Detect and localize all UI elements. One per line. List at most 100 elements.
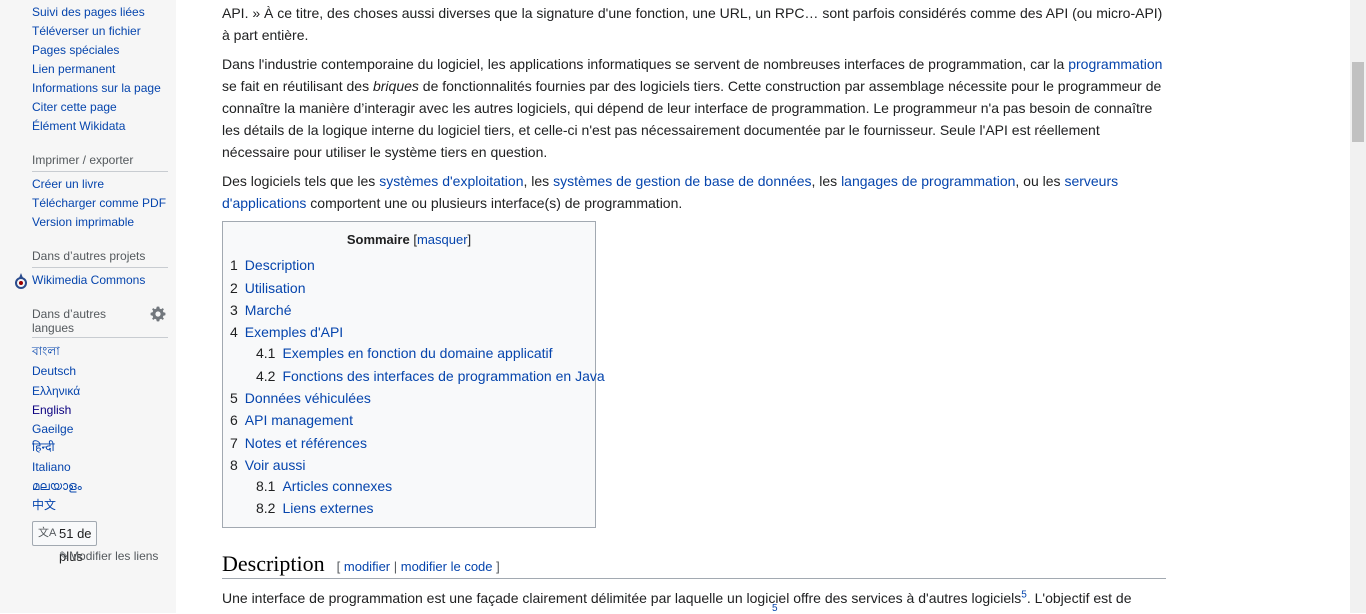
toc-item[interactable]: 8.1 Articles connexes — [256, 478, 392, 494]
paragraph-text: Une interface de programmation est une f… — [222, 590, 1022, 606]
toc-link-text: Description — [244, 257, 315, 273]
toc-heading: Sommaire — [346, 232, 410, 247]
paragraph-text: à part entière. — [222, 27, 309, 43]
sidebar-link-download-pdf[interactable]: Télécharger comme PDF — [32, 196, 166, 210]
toc-link-text: Exemples en fonction du domaine applicat… — [282, 345, 553, 361]
toc-link-text: Fonctions des interfaces de programmatio… — [282, 368, 605, 384]
paragraph-industry: Dans l'industrie contemporaine du logici… — [222, 53, 1166, 163]
sidebar-link-page-info[interactable]: Informations sur la page — [32, 81, 161, 95]
toc-link-text: Liens externes — [282, 500, 374, 516]
link-dbms[interactable]: systèmes de gestion de base de données — [553, 173, 811, 189]
sidebar-link-cite-page[interactable]: Citer cette page — [32, 100, 117, 114]
toc-number: 8 — [230, 457, 238, 473]
more-languages-button[interactable]: 文A 51 de plus — [32, 521, 97, 564]
sidebar-divider — [32, 267, 168, 268]
toc-item[interactable]: 8 Voir aussi — [230, 457, 306, 473]
paragraph-text: , les — [811, 173, 842, 189]
toc-number: 7 — [230, 435, 238, 451]
paragraph-description: Une interface de programmation est une f… — [222, 587, 1166, 609]
lang-link-english[interactable]: English — [32, 403, 71, 417]
main-content: API. » À ce titre, des choses aussi dive… — [176, 0, 1350, 614]
toc-number: 4.1 — [256, 345, 276, 361]
toc-item[interactable]: 2 Utilisation — [230, 280, 306, 296]
bracket: [ — [336, 559, 344, 574]
translate-icon: 文A — [38, 527, 57, 539]
toc-item[interactable]: 8.2 Liens externes — [256, 500, 374, 516]
paragraph-software-examples: Des logiciels tels que les systèmes d'ex… — [222, 170, 1166, 214]
lang-link-hindi[interactable]: हिन्दी — [32, 440, 55, 454]
link-programmation[interactable]: programmation — [1068, 56, 1162, 72]
sidebar-divider — [32, 171, 168, 172]
lang-link-italian[interactable]: Italiano — [32, 460, 71, 474]
vertical-scrollbar[interactable] — [1350, 0, 1366, 613]
toc-item[interactable]: 4.2 Fonctions des interfaces de programma… — [256, 368, 605, 384]
toc-link-text: Marché — [244, 302, 292, 318]
edit-links-label: Modifier les liens — [69, 549, 159, 563]
gear-icon[interactable] — [150, 306, 166, 322]
separator: | — [390, 559, 401, 574]
toc-number: 5 — [230, 390, 238, 406]
sidebar-heading-print: Imprimer / exporter — [32, 153, 134, 167]
sidebar-heading-projects: Dans d’autres projets — [32, 249, 146, 263]
toc-number: 6 — [230, 412, 238, 428]
lang-link-greek[interactable]: Ελληνικά — [32, 384, 80, 398]
toc-item[interactable]: 4.1 Exemples en fonction du domaine appli… — [256, 345, 553, 361]
toc-link-text: API management — [244, 412, 353, 428]
bracket: ] — [467, 232, 472, 247]
toc-link-text: Articles connexes — [282, 478, 393, 494]
sidebar-link-upload-file[interactable]: Téléverser un fichier — [32, 24, 141, 38]
toc-number: 8.2 — [256, 500, 276, 516]
reference-link[interactable]: 5 — [772, 603, 778, 614]
sidebar-link-wikimedia-commons[interactable]: Wikimedia Commons — [32, 273, 145, 287]
toc-link-text: Données véhiculées — [244, 390, 371, 406]
bracket: ] — [492, 559, 500, 574]
section-edit-links: [ modifier | modifier le code ] — [337, 559, 500, 574]
section-title: Description — [222, 551, 325, 576]
lang-link-german[interactable]: Deutsch — [32, 364, 76, 378]
sidebar-link-wikidata-item[interactable]: Élément Wikidata — [32, 119, 125, 133]
paragraph-text: Dans l'industrie contemporaine du logici… — [222, 56, 1069, 72]
toc-item[interactable]: 7 Notes et références — [230, 435, 367, 451]
emphasis-text: briques — [372, 78, 419, 94]
sidebar-heading-languages-line2: langues — [32, 321, 75, 335]
lang-link-chinese[interactable]: 中文 — [32, 498, 56, 512]
lang-link-irish[interactable]: Gaeilge — [32, 422, 73, 436]
toc-number: 4 — [230, 324, 238, 340]
paragraph-text: . L'objectif est de — [1026, 590, 1132, 606]
toc-link-text: Notes et références — [244, 435, 367, 451]
link-operating-systems[interactable]: systèmes d'exploitation — [379, 173, 523, 189]
toc-item[interactable]: 6 API management — [230, 412, 353, 428]
sidebar-link-create-book[interactable]: Créer un livre — [32, 177, 104, 191]
wikimedia-commons-icon — [15, 273, 27, 289]
toc-item[interactable]: 3 Marché — [230, 302, 291, 318]
toc-item[interactable]: 5 Données véhiculées — [230, 390, 371, 406]
paragraph-text: comportent une ou plusieurs interface(s)… — [306, 195, 683, 211]
toc-item[interactable]: 1 Description — [230, 257, 315, 273]
paragraph-text: Des logiciels tels que les — [222, 173, 380, 189]
edit-source-link[interactable]: modifier le code — [401, 559, 493, 574]
section-heading-description: Description [ modifier | modifier le code… — [222, 551, 1166, 579]
paragraph-text: , ou les — [1015, 173, 1065, 189]
toc-number: 2 — [230, 280, 238, 296]
toc-title: Sommaire [masquer] — [223, 232, 595, 248]
link-programming-languages[interactable]: langages de programmation — [841, 173, 1015, 189]
lang-link-bengali[interactable]: বাংলা — [32, 344, 60, 358]
toc-link-text: Exemples d'API — [244, 324, 344, 340]
sidebar-link-related-changes[interactable]: Suivi des pages liées — [32, 5, 145, 19]
paragraph-intro-end: API. » À ce titre, des choses aussi dive… — [222, 2, 1166, 46]
sidebar-link-permanent-link[interactable]: Lien permanent — [32, 62, 115, 76]
scrollbar-thumb[interactable] — [1352, 62, 1364, 142]
lang-link-malayalam[interactable]: മലയാളം — [32, 479, 82, 493]
sidebar-heading-languages: Dans d’autres — [32, 307, 107, 321]
sidebar-link-printable-version[interactable]: Version imprimable — [32, 215, 134, 229]
edit-links[interactable]: ✎Modifier les liens — [59, 549, 158, 563]
toc-number: 4.2 — [256, 368, 276, 384]
sidebar-link-special-pages[interactable]: Pages spéciales — [32, 43, 119, 57]
edit-section-link[interactable]: modifier — [344, 559, 390, 574]
toc-toggle-link[interactable]: masquer — [417, 232, 468, 247]
toc-item[interactable]: 4 Exemples d'API — [230, 324, 343, 340]
toc-number: 8.1 — [256, 478, 276, 494]
paragraph-text: API. » À ce titre, des choses aussi dive… — [222, 5, 1163, 21]
table-of-contents: Sommaire [masquer] 1 Description 2 Utilisa… — [222, 221, 605, 528]
paragraph-text: se fait en réutilisant des — [222, 78, 373, 94]
